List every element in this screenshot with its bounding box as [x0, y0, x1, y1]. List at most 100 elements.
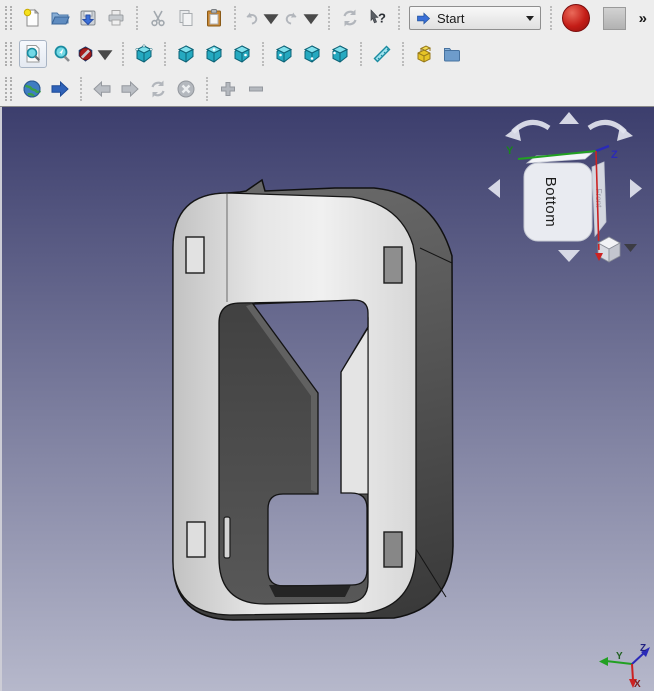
- measure-distance-button[interactable]: [369, 41, 395, 67]
- toolbar-separator: [398, 6, 400, 30]
- front-view-button[interactable]: [173, 41, 199, 67]
- zoom-in-icon: [218, 79, 238, 99]
- axis-z-arrow: [632, 653, 644, 664]
- bottom-view-icon: [302, 44, 322, 64]
- web-refresh-icon: [148, 79, 168, 99]
- redo-icon: [283, 8, 300, 28]
- web-home-button[interactable]: [19, 76, 45, 102]
- back-icon: [92, 79, 112, 99]
- whats-this-button[interactable]: ?: [365, 5, 391, 31]
- model-slot-bottom-left: [187, 522, 205, 557]
- refresh-button[interactable]: [337, 5, 363, 31]
- workbench-selector-value: Start: [437, 11, 520, 26]
- toolbar-separator: [328, 6, 330, 30]
- toolbar-separator: [550, 6, 552, 30]
- nav-cube-face-label: Bottom: [542, 177, 559, 228]
- cut-button[interactable]: [145, 5, 171, 31]
- open-folder-icon: [50, 8, 70, 28]
- toolbar-area: ? Start »: [0, 0, 654, 107]
- workbench-selector[interactable]: Start: [409, 6, 541, 30]
- nav-cube-y-label: Y: [506, 145, 514, 157]
- nav-arrow-down[interactable]: [558, 250, 580, 262]
- web-home-icon: [22, 79, 42, 99]
- nav-arrow-up[interactable]: [559, 112, 579, 124]
- draw-style-dropdown-icon[interactable]: [95, 44, 115, 64]
- redo-button[interactable]: [283, 5, 321, 31]
- 3d-viewport[interactable]: Bottom Front Y Z Y Z X: [0, 107, 654, 691]
- model-body[interactable]: [173, 180, 453, 620]
- cut-icon: [148, 8, 168, 28]
- save-button[interactable]: [75, 5, 101, 31]
- back-button[interactable]: [89, 76, 115, 102]
- navigation-cube-widget[interactable]: Bottom Front Y Z: [488, 112, 642, 262]
- group-folder-icon: [442, 44, 462, 64]
- zoom-in-button[interactable]: [215, 76, 241, 102]
- zoom-out-button[interactable]: [243, 76, 269, 102]
- axonometric-view-icon: [134, 44, 154, 64]
- open-button[interactable]: [47, 5, 73, 31]
- draw-style-button[interactable]: [77, 41, 115, 67]
- toolbar-separator: [122, 42, 124, 66]
- nav-mini-cube-icon[interactable]: [598, 237, 620, 262]
- toolbar-overflow-button[interactable]: »: [639, 10, 646, 27]
- nav-menu-dropdown-icon[interactable]: [624, 244, 637, 252]
- model-slot-thin: [224, 517, 230, 558]
- fit-all-button[interactable]: [19, 40, 47, 68]
- redo-dropdown-icon[interactable]: [301, 8, 321, 28]
- whats-this-icon: ?: [368, 8, 388, 28]
- left-view-button[interactable]: [327, 41, 353, 67]
- fit-all-icon: [23, 44, 43, 64]
- bottom-view-button[interactable]: [299, 41, 325, 67]
- nav-arrow-left[interactable]: [488, 179, 500, 198]
- help-question-glyph: ?: [378, 11, 386, 26]
- toolbar-separator: [360, 42, 362, 66]
- toolbar-separator: [206, 77, 208, 101]
- left-view-icon: [330, 44, 350, 64]
- toolbar-separator: [164, 42, 166, 66]
- toolbar-drag-handle[interactable]: [5, 6, 12, 30]
- web-stop-button[interactable]: [173, 76, 199, 102]
- axis-y-head: [599, 657, 608, 666]
- undo-dropdown-icon[interactable]: [261, 8, 281, 28]
- 3d-scene[interactable]: Bottom Front Y Z Y Z X: [0, 107, 654, 691]
- part-button[interactable]: [411, 41, 437, 67]
- forward-button[interactable]: [117, 76, 143, 102]
- fit-selection-button[interactable]: [49, 41, 75, 67]
- new-document-icon: [22, 8, 42, 28]
- web-stop-icon: [176, 79, 196, 99]
- model-slot-top-left: [186, 237, 204, 273]
- save-icon: [78, 8, 98, 28]
- new-document-button[interactable]: [19, 5, 45, 31]
- rear-view-button[interactable]: [271, 41, 297, 67]
- copy-button[interactable]: [173, 5, 199, 31]
- group-button[interactable]: [439, 41, 465, 67]
- nav-arrow-right[interactable]: [630, 179, 642, 198]
- undo-button[interactable]: [243, 5, 281, 31]
- right-view-button[interactable]: [229, 41, 255, 67]
- toolbar-separator: [402, 42, 404, 66]
- view-toolbar: [0, 36, 654, 71]
- open-browser-button[interactable]: [47, 76, 73, 102]
- axis-z-label: Z: [640, 643, 646, 654]
- web-refresh-button[interactable]: [145, 76, 171, 102]
- open-browser-icon: [50, 79, 70, 99]
- toolbar-separator: [136, 6, 138, 30]
- top-view-button[interactable]: [201, 41, 227, 67]
- stop-macro-button[interactable]: [603, 7, 626, 30]
- nav-cube-side-label: Front: [594, 189, 603, 208]
- toolbar-separator: [262, 42, 264, 66]
- toolbar-drag-handle[interactable]: [5, 77, 12, 101]
- workbench-start-icon: [416, 11, 431, 26]
- workbench-dropdown-icon: [526, 16, 534, 21]
- record-macro-button[interactable]: [562, 4, 590, 32]
- axis-x-arrow: [632, 664, 633, 680]
- paste-icon: [204, 8, 224, 28]
- part-icon: [414, 44, 434, 64]
- toolbar-drag-handle[interactable]: [5, 42, 12, 66]
- rear-view-icon: [274, 44, 294, 64]
- paste-button[interactable]: [201, 5, 227, 31]
- print-button[interactable]: [103, 5, 129, 31]
- axis-x-label: X: [634, 679, 641, 690]
- axonometric-view-button[interactable]: [131, 41, 157, 67]
- model-slot-top-right: [384, 247, 402, 283]
